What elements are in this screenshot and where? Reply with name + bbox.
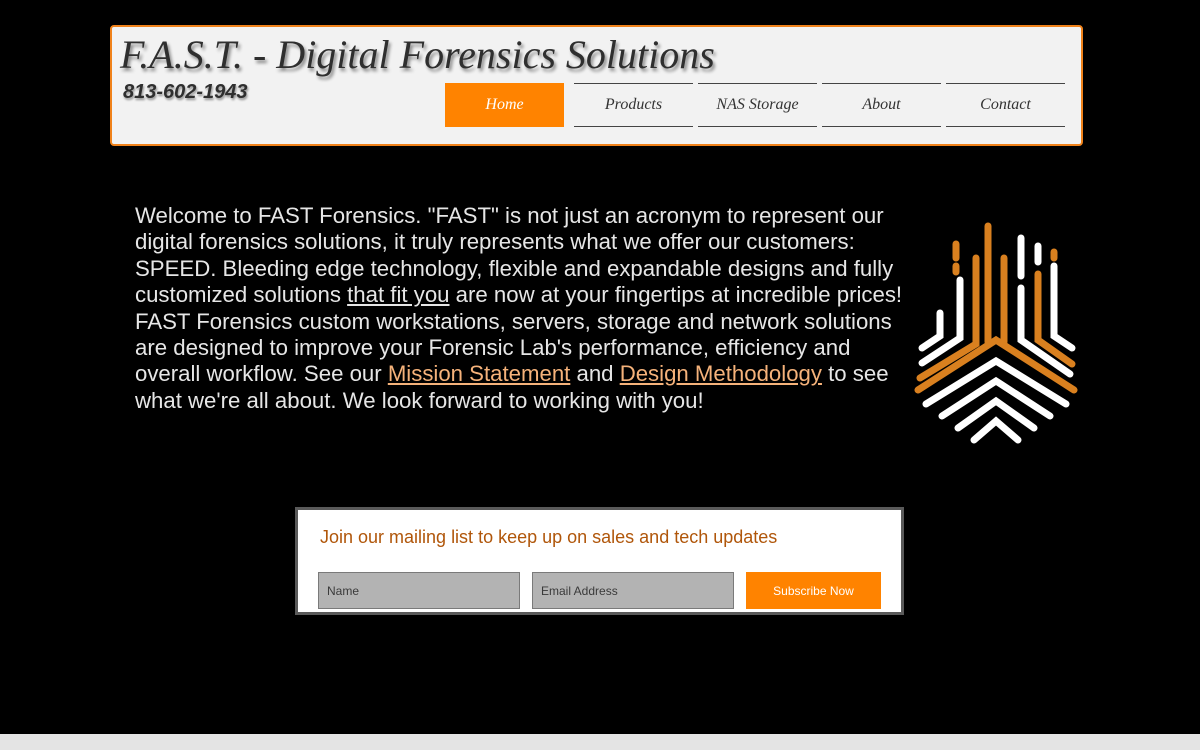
design-methodology-link[interactable]: Design Methodology [620, 361, 822, 386]
nav-products[interactable]: Products [574, 83, 693, 127]
phone-number: 813-602-1943 [123, 81, 248, 103]
nav-about[interactable]: About [822, 83, 941, 127]
name-input[interactable] [318, 572, 520, 609]
email-input[interactable] [532, 572, 734, 609]
mailing-list-title: Join our mailing list to keep up on sale… [320, 527, 778, 547]
welcome-text: Welcome to FAST Forensics. "FAST" is not… [135, 203, 910, 414]
welcome-underline: that fit you [347, 282, 450, 308]
fingerprint-logo-icon [914, 218, 1078, 454]
welcome-part-3: and [570, 361, 620, 387]
subscribe-button[interactable]: Subscribe Now [746, 572, 881, 609]
mission-statement-link[interactable]: Mission Statement [388, 361, 571, 386]
site-header: F.A.S.T. - Digital Forensics Solutions 8… [110, 25, 1083, 146]
footer-bar [0, 734, 1200, 750]
nav-nas-storage[interactable]: NAS Storage [698, 83, 817, 127]
mailing-list-form: Join our mailing list to keep up on sale… [295, 507, 904, 615]
nav-home[interactable]: Home [445, 83, 564, 127]
site-title[interactable]: F.A.S.T. - Digital Forensics Solutions [120, 31, 715, 78]
nav-contact[interactable]: Contact [946, 83, 1065, 127]
